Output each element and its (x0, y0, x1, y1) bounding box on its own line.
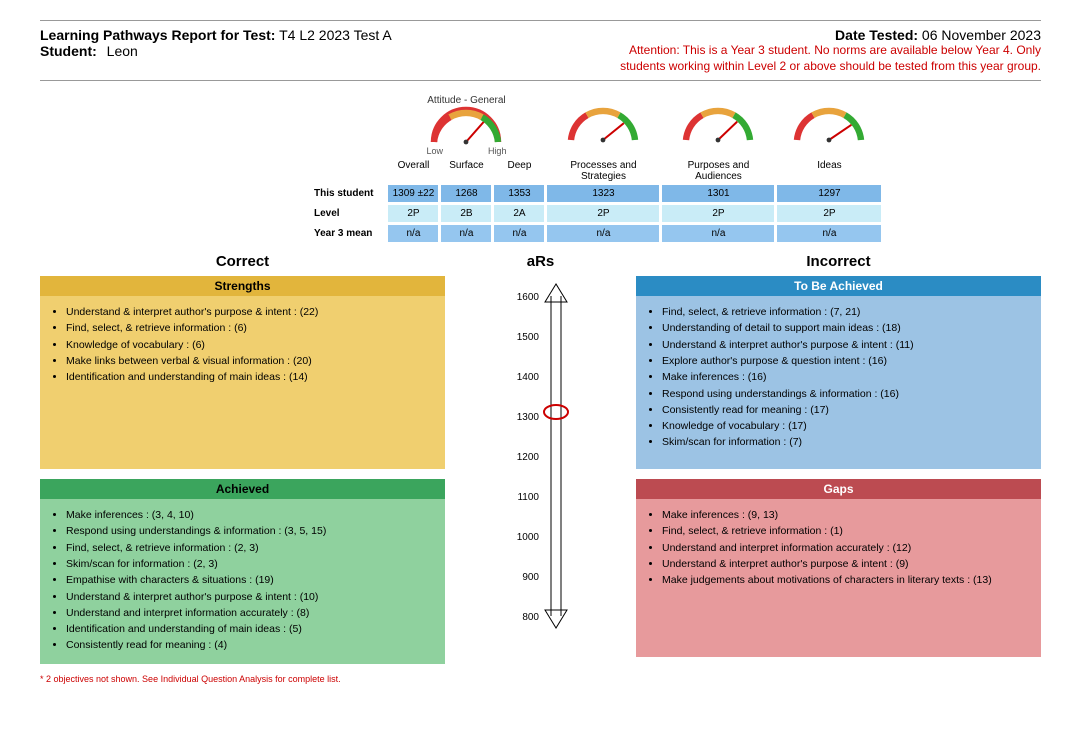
list-item: Find, select, & retrieve information : (… (662, 304, 1029, 320)
summary-section: Attitude - General Low High (310, 91, 1041, 245)
row-label: Level (313, 205, 385, 222)
date-prefix: Date Tested: (835, 27, 918, 43)
footnote: * 2 objectives not shown. See Individual… (40, 674, 445, 684)
score-table: Attitude - General Low High (310, 91, 884, 245)
tick: 1000 (516, 532, 539, 543)
achieved-title: Achieved (40, 479, 445, 499)
section-titles: Correct aRs Incorrect (40, 253, 1041, 270)
gauge-title: Attitude - General (427, 95, 505, 106)
col-ideas: Ideas (777, 160, 881, 182)
list-item: Make judgements about motivations of cha… (662, 572, 1029, 588)
tba-title: To Be Achieved (636, 276, 1041, 296)
gaps-title: Gaps (636, 479, 1041, 499)
gauge-low: Low (426, 146, 443, 156)
report-header: Learning Pathways Report for Test: T4 L2… (40, 20, 1041, 81)
gaps-panel: Gaps Make inferences : (9, 13) Find, sel… (636, 479, 1041, 657)
list-item: Identification and understanding of main… (66, 621, 433, 637)
list-item: Knowledge of vocabulary : (6) (66, 337, 433, 353)
gaps-list: Make inferences : (9, 13) Find, select, … (646, 507, 1029, 588)
list-item: Understand and interpret information acc… (66, 605, 433, 621)
tick: 1500 (516, 332, 539, 343)
list-item: Make inferences : (3, 4, 10) (66, 507, 433, 523)
achieved-list: Make inferences : (3, 4, 10) Respond usi… (50, 507, 433, 653)
gauge-high: High (488, 146, 507, 156)
tick: 1300 (516, 412, 539, 423)
list-item: Knowledge of vocabulary : (17) (662, 418, 1029, 434)
student-prefix: Student: (40, 43, 97, 59)
ars-marker (544, 405, 568, 419)
tick: 1400 (516, 372, 539, 383)
tick: 1100 (517, 492, 539, 503)
list-item: Make links between verbal & visual infor… (66, 353, 433, 369)
list-item: Understanding of detail to support main … (662, 320, 1029, 336)
list-item: Explore author's purpose & question inte… (662, 353, 1029, 369)
achieved-panel: Achieved Make inferences : (3, 4, 10) Re… (40, 479, 445, 663)
gauge-purposes-icon (678, 104, 758, 144)
warning-line1: Attention: This is a Year 3 student. No … (620, 43, 1041, 59)
list-item: Skim/scan for information : (2, 3) (66, 556, 433, 572)
tick: 1600 (516, 292, 539, 303)
list-item: Find, select, & retrieve information : (… (66, 320, 433, 336)
list-item: Consistently read for meaning : (17) (662, 402, 1029, 418)
list-item: Identification and understanding of main… (66, 369, 433, 385)
date-value: 06 November 2023 (922, 27, 1041, 43)
list-item: Empathise with characters & situations :… (66, 572, 433, 588)
correct-heading: Correct (40, 253, 445, 270)
tick: 800 (522, 612, 539, 623)
list-item: Understand & interpret author's purpose … (66, 304, 433, 320)
col-deep: Deep (494, 160, 544, 182)
warning-line2: students working within Level 2 or above… (620, 59, 1041, 75)
col-overall: Overall (388, 160, 438, 182)
date-tested: Date Tested: 06 November 2023 (835, 27, 1041, 43)
warning-message: Attention: This is a Year 3 student. No … (620, 43, 1041, 74)
list-item: Find, select, & retrieve information : (… (662, 523, 1029, 539)
tba-panel: To Be Achieved Find, select, & retrieve … (636, 276, 1041, 469)
list-item: Make inferences : (9, 13) (662, 507, 1029, 523)
ars-scale: 1600 1500 1400 1300 1200 1100 1000 900 8… (481, 276, 601, 636)
row-year3-mean: Year 3 mean n/a n/a n/a n/a n/a n/a (313, 225, 881, 242)
strengths-panel: Strengths Understand & interpret author'… (40, 276, 445, 469)
list-item: Make inferences : (16) (662, 369, 1029, 385)
row-level: Level 2P 2B 2A 2P 2P 2P (313, 205, 881, 222)
col-processes: Processes and Strategies (547, 160, 659, 182)
title-prefix: Learning Pathways Report for Test: (40, 27, 275, 43)
list-item: Understand & interpret author's purpose … (662, 556, 1029, 572)
gauge-ideas-icon (789, 104, 869, 144)
test-name: T4 L2 2023 Test A (279, 27, 392, 43)
tick: 900 (522, 572, 539, 583)
gauge-attitude-icon (426, 106, 506, 146)
list-item: Understand and interpret information acc… (662, 540, 1029, 556)
list-item: Understand & interpret author's purpose … (662, 337, 1029, 353)
incorrect-heading: Incorrect (636, 253, 1041, 270)
gauge-processes-icon (563, 104, 643, 144)
col-surface: Surface (441, 160, 491, 182)
list-item: Consistently read for meaning : (4) (66, 637, 433, 653)
list-item: Understand & interpret author's purpose … (66, 589, 433, 605)
list-item: Respond using understandings & informati… (66, 523, 433, 539)
student: Student: Leon (40, 43, 138, 74)
student-name: Leon (107, 43, 138, 59)
strengths-title: Strengths (40, 276, 445, 296)
list-item: Respond using understandings & informati… (662, 386, 1029, 402)
tick: 1200 (516, 452, 539, 463)
tba-list: Find, select, & retrieve information : (… (646, 304, 1029, 450)
col-purposes: Purposes and Audiences (662, 160, 774, 182)
row-label: This student (313, 185, 385, 202)
strengths-list: Understand & interpret author's purpose … (50, 304, 433, 385)
row-label: Year 3 mean (313, 225, 385, 242)
ars-heading: aRs (445, 253, 636, 270)
list-item: Find, select, & retrieve information : (… (66, 540, 433, 556)
row-this-student: This student 1309 ±22 1268 1353 1323 130… (313, 185, 881, 202)
title: Learning Pathways Report for Test: T4 L2… (40, 27, 392, 43)
list-item: Skim/scan for information : (7) (662, 434, 1029, 450)
